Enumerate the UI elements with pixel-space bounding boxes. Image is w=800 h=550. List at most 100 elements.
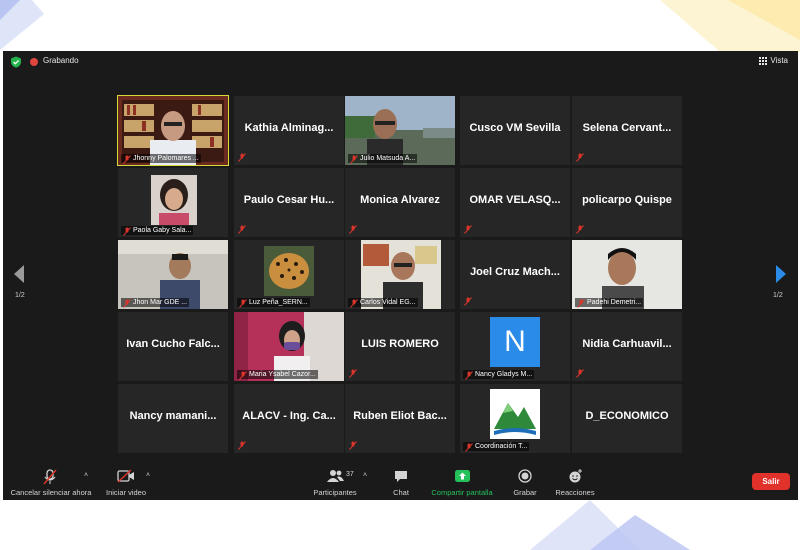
muted-mic-icon [350, 155, 358, 164]
participant-tile[interactable]: Paulo Cesar Hu... [234, 168, 344, 237]
participant-avatar [264, 246, 314, 296]
muted-mic-icon [238, 225, 246, 234]
chevron-up-icon[interactable]: ˄ [146, 472, 150, 479]
chevron-up-icon[interactable]: ˄ [363, 472, 367, 479]
participant-tile[interactable]: Nancy mamani... [118, 384, 228, 453]
participant-tile[interactable]: Julio Matsuda A... [345, 96, 455, 165]
participant-avatar: N [490, 317, 540, 367]
participant-tile[interactable]: ALACV - Ing. Ca... [234, 384, 344, 453]
participant-tile[interactable]: Selena Cervant... [572, 96, 682, 165]
participant-tile[interactable]: Coordinación T... [460, 384, 570, 453]
muted-mic-icon [464, 225, 472, 234]
participant-avatar [490, 389, 540, 439]
chevron-left-icon[interactable] [14, 265, 24, 283]
participants-label: Participantes [313, 488, 357, 497]
participant-name: ALACV - Ing. Ca... [242, 410, 336, 422]
view-label: Vista [770, 56, 788, 65]
participant-tile[interactable]: Jhon Mar GDE ... [118, 240, 228, 309]
participant-tile[interactable]: Joel Cruz Mach... [460, 240, 570, 309]
participant-tile[interactable]: D_ECONOMICO [572, 384, 682, 453]
muted-mic-icon [123, 299, 131, 308]
participant-tile[interactable]: Nidia Carhuavil... [572, 312, 682, 381]
participant-name: Paulo Cesar Hu... [243, 194, 335, 206]
muted-mic-icon [238, 153, 246, 162]
grid-icon [759, 56, 768, 65]
record-button[interactable]: Grabar [505, 464, 545, 500]
participant-name: Joel Cruz Mach... [470, 266, 560, 278]
participant-tile[interactable]: LUIS ROMERO [345, 312, 455, 381]
participant-name: Selena Cervant... [582, 122, 672, 134]
participant-name: Nancy mamani... [129, 410, 217, 422]
share-screen-icon [455, 470, 470, 482]
participant-label: Carlos Vidal EG... [348, 298, 418, 308]
start-video-label: Iniciar video [105, 488, 147, 497]
muted-mic-icon [349, 225, 357, 234]
participant-tile[interactable]: Luz Peña_SERN... [234, 240, 344, 309]
muted-mic-icon [123, 155, 131, 164]
participant-name: Ruben Eliot Bac... [353, 410, 447, 422]
unmute-button[interactable]: Cancelar silenciar ahora [3, 464, 99, 500]
participant-label: Nancy Gladys M... [463, 370, 535, 380]
participant-tile[interactable]: N Nancy Gladys M... [460, 312, 570, 381]
reactions-icon [569, 469, 582, 483]
participant-tile[interactable]: OMAR VELASQ... [460, 168, 570, 237]
participant-tile[interactable]: Padehi Demetri... [572, 240, 682, 309]
participant-label: Padehi Demetri... [575, 298, 644, 308]
participant-name: LUIS ROMERO [361, 338, 439, 350]
muted-mic-icon [239, 371, 247, 380]
participant-tile[interactable]: Jhonny Palomares ... [117, 95, 229, 166]
video-off-icon [117, 469, 134, 483]
muted-mic-icon [576, 153, 584, 162]
participant-label: Julio Matsuda A... [348, 154, 418, 164]
muted-mic-icon [350, 299, 358, 308]
participant-name: policarpo Quispe [582, 194, 672, 206]
participant-tile[interactable]: policarpo Quispe [572, 168, 682, 237]
chevron-up-icon[interactable]: ˄ [84, 472, 88, 479]
participant-tile[interactable]: Cusco VM Sevilla [460, 96, 570, 165]
participants-button[interactable]: Participantes [305, 464, 365, 500]
participant-tile[interactable]: Maria Ysabel Cazor... [234, 312, 344, 381]
participant-tile[interactable]: Carlos Vidal EG... [345, 240, 455, 309]
muted-mic-icon [465, 443, 473, 452]
muted-mic-icon [123, 227, 131, 236]
recording-label: Grabando [43, 56, 79, 65]
record-icon [518, 469, 532, 483]
chat-label: Chat [393, 488, 409, 497]
view-button[interactable]: Vista [759, 56, 788, 65]
participant-label: Paola Gaby Sala... [121, 226, 194, 236]
reactions-label: Reacciones [555, 488, 595, 497]
muted-mic-icon [465, 371, 473, 380]
start-video-button[interactable]: Iniciar video [103, 464, 149, 500]
muted-mic-icon [576, 369, 584, 378]
record-label: Grabar [513, 488, 537, 497]
reactions-button[interactable]: Reacciones [549, 464, 601, 500]
leave-button[interactable]: Salir [752, 473, 790, 490]
participant-name: OMAR VELASQ... [469, 194, 561, 206]
muted-mic-icon [239, 299, 247, 308]
participant-label: Jhonny Palomares ... [121, 154, 201, 164]
participants-icon [327, 470, 344, 482]
participant-name: Monica Alvarez [360, 194, 440, 206]
page-indicator-left: 1/2 [15, 292, 25, 299]
participant-avatar [151, 175, 197, 225]
muted-mic-icon [349, 369, 357, 378]
participants-count: 37 [346, 471, 354, 478]
chat-button[interactable]: Chat [381, 464, 421, 500]
participant-name: D_ECONOMICO [585, 410, 669, 422]
participant-label: Jhon Mar GDE ... [121, 298, 190, 308]
participant-label: Coordinación T... [463, 442, 530, 452]
muted-mic-icon [349, 441, 357, 450]
participant-name: Nidia Carhuavil... [582, 338, 672, 350]
participant-tile[interactable]: Kathia Alminag... [234, 96, 344, 165]
meeting-toolbar: Cancelar silenciar ahora ˄ Iniciar video… [3, 464, 798, 500]
participant-label: Luz Peña_SERN... [237, 298, 310, 308]
chevron-right-icon[interactable] [776, 265, 786, 283]
participant-tile[interactable]: Ivan Cucho Falc... [118, 312, 228, 381]
chat-icon [395, 471, 407, 482]
unmute-label: Cancelar silenciar ahora [10, 488, 92, 497]
shield-check-icon[interactable] [10, 56, 22, 68]
participant-tile[interactable]: Paola Gaby Sala... [118, 168, 228, 237]
participant-tile[interactable]: Monica Alvarez [345, 168, 455, 237]
participant-tile[interactable]: Ruben Eliot Bac... [345, 384, 455, 453]
share-screen-button[interactable]: Compartir pantalla [425, 464, 499, 500]
